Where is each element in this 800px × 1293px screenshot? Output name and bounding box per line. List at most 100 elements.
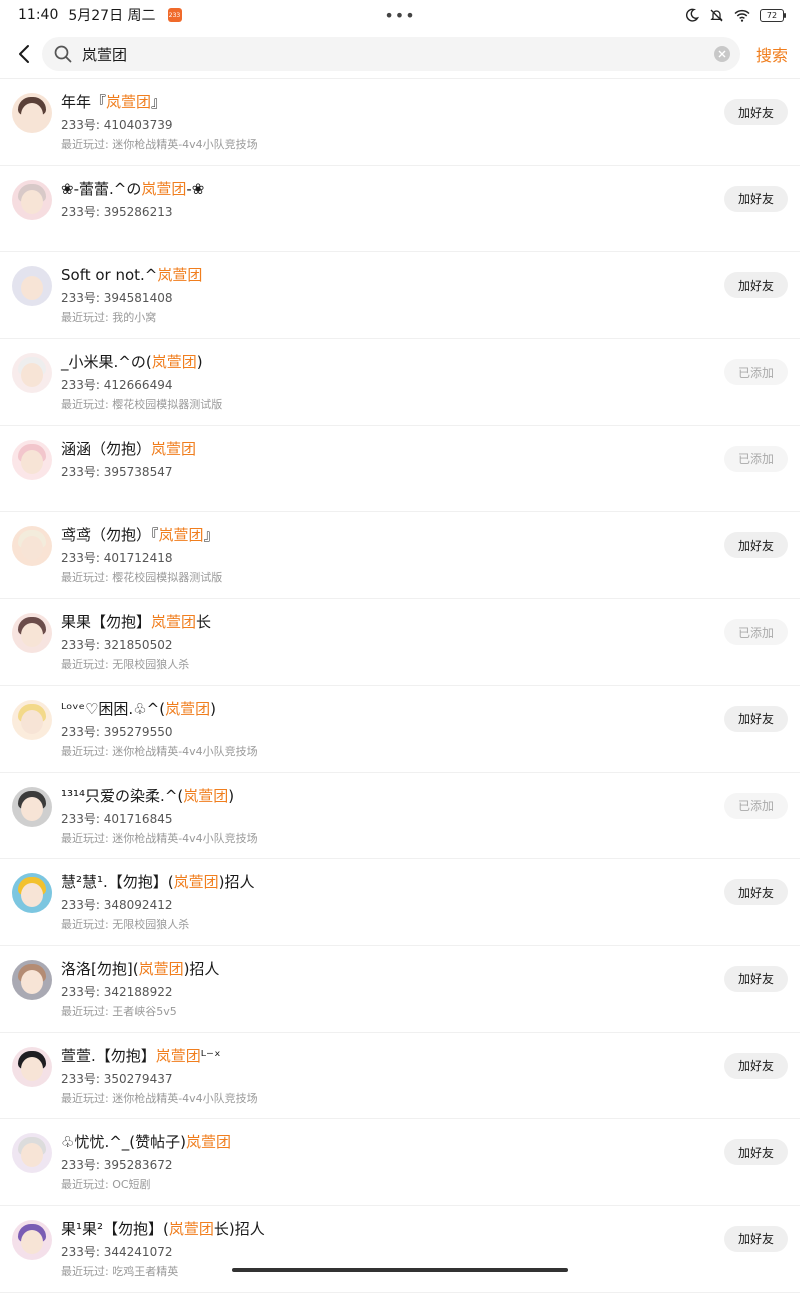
- avatar[interactable]: [12, 699, 52, 740]
- nickname-suffix: )招人: [218, 873, 255, 892]
- avatar[interactable]: [12, 959, 52, 1000]
- nickname-highlight: 岚萱团: [151, 439, 197, 458]
- avatar[interactable]: [12, 439, 52, 480]
- add-friend-button[interactable]: 加好友: [724, 272, 788, 299]
- user-id: 233号: 412666494: [61, 378, 173, 393]
- list-item[interactable]: 涵涵（勿抱）岚萱团 233号: 395738547 已添加: [0, 426, 800, 513]
- user-id: 233号: 401716845: [61, 811, 173, 826]
- user-info: 年年『岚萱团』 233号: 410403739 最近玩过: 迷你枪战精英-4v4…: [61, 91, 788, 153]
- search-results-list: 年年『岚萱团』 233号: 410403739 最近玩过: 迷你枪战精英-4v4…: [0, 79, 800, 1293]
- nickname-suffix: ): [210, 699, 216, 718]
- added-friend-button[interactable]: 已添加: [724, 359, 788, 386]
- recent-played: 最近玩过: 无限校园狼人杀: [61, 918, 190, 932]
- search-box[interactable]: [42, 37, 740, 71]
- avatar[interactable]: [12, 353, 52, 394]
- user-info: ♧忧忧.^_(赞帖子)岚萱团 233号: 395283672 最近玩过: OC短…: [61, 1131, 788, 1193]
- add-friend-button[interactable]: 加好友: [724, 1225, 788, 1252]
- add-friend-button[interactable]: 加好友: [724, 1139, 788, 1166]
- avatar[interactable]: [12, 1046, 52, 1087]
- nickname-prefix: 年年『: [61, 93, 107, 111]
- nickname-prefix: ❀-蕾蕾.^の: [61, 179, 142, 198]
- avatar[interactable]: [12, 613, 52, 654]
- list-item[interactable]: 慧²慧¹.【勿抱】(岚萱团)招人 233号: 348092412 最近玩过: 无…: [0, 859, 800, 946]
- nickname-suffix: 』: [203, 526, 219, 545]
- user-id: 233号: 394581408: [61, 291, 173, 306]
- user-info: 鸢鸢（勿抱）『岚萱团』 233号: 401712418 最近玩过: 樱花校园模拟…: [61, 524, 788, 586]
- avatar[interactable]: [12, 526, 52, 567]
- user-info: 涵涵（勿抱）岚萱团 233号: 395738547: [61, 438, 788, 481]
- nickname-suffix: ᴸ⁻ˣ: [200, 1046, 221, 1065]
- list-item[interactable]: Soft or not.^岚萱团 233号: 394581408 最近玩过: 我…: [0, 252, 800, 340]
- user-id: 233号: 395283672: [61, 1158, 173, 1173]
- avatar[interactable]: [12, 93, 52, 133]
- user-nickname: 果果【勿抱】岚萱团长: [61, 611, 788, 633]
- user-id: 233号: 410403739: [61, 118, 173, 132]
- nickname-highlight: 岚萱团: [155, 1046, 201, 1065]
- add-friend-button[interactable]: 加好友: [724, 705, 788, 732]
- user-id: 233号: 350279437: [61, 1071, 173, 1086]
- nickname-suffix: -❀: [186, 179, 205, 198]
- user-nickname: ¹³¹⁴只爱の染柔.^(岚萱团): [61, 785, 788, 807]
- status-dots[interactable]: •••: [384, 6, 415, 25]
- nickname-prefix: 涵涵（勿抱）: [61, 439, 152, 458]
- nickname-prefix: 果¹果²【勿抱】(: [61, 1219, 169, 1238]
- add-friend-button[interactable]: 加好友: [724, 965, 788, 992]
- list-item[interactable]: ᴸᵒᵛᵉ♡困困.♧^(岚萱团) 233号: 395279550 最近玩过: 迷你…: [0, 686, 800, 773]
- avatar[interactable]: [12, 873, 52, 914]
- avatar[interactable]: [12, 1219, 52, 1260]
- user-nickname: ᴸᵒᵛᵉ♡困困.♧^(岚萱团): [61, 698, 788, 720]
- nickname-prefix: ¹³¹⁴只爱の染柔.^(: [61, 786, 184, 805]
- nickname-suffix: 长: [196, 613, 212, 632]
- added-friend-button[interactable]: 已添加: [724, 445, 788, 472]
- nickname-suffix: 』: [151, 93, 167, 111]
- nickname-highlight: 岚萱团: [158, 526, 204, 545]
- added-friend-button[interactable]: 已添加: [724, 792, 788, 819]
- recent-played: 最近玩过: 我的小窝: [61, 311, 157, 325]
- recent-played: 最近玩过: 王者峡谷5v5: [61, 1004, 177, 1018]
- nickname-prefix: Soft or not.^: [61, 266, 158, 285]
- user-info: _小米果.^の(岚萱团) 233号: 412666494 最近玩过: 樱花校园模…: [61, 351, 788, 413]
- list-item[interactable]: 年年『岚萱团』 233号: 410403739 最近玩过: 迷你枪战精英-4v4…: [0, 79, 800, 166]
- recent-played: 最近玩过: 迷你枪战精英-4v4小队竞技场: [61, 831, 258, 845]
- back-button[interactable]: [14, 39, 34, 69]
- user-nickname: 果¹果²【勿抱】(岚萱团长)招人: [61, 1218, 788, 1240]
- avatar[interactable]: [12, 1133, 52, 1174]
- list-item[interactable]: ♧忧忧.^_(赞帖子)岚萱团 233号: 395283672 最近玩过: OC短…: [0, 1119, 800, 1206]
- list-item[interactable]: ❀-蕾蕾.^の岚萱团-❀ 233号: 395286213 加好友: [0, 166, 800, 253]
- nickname-highlight: 岚萱团: [168, 1219, 214, 1238]
- status-bar: 11:40 5月27日 周二 233 ••• 72: [0, 0, 800, 30]
- add-friend-button[interactable]: 加好友: [724, 99, 788, 125]
- user-info: 洛洛[勿抱](岚萱团)招人 233号: 342188922 最近玩过: 王者峡谷…: [61, 958, 788, 1020]
- list-item[interactable]: _小米果.^の(岚萱团) 233号: 412666494 最近玩过: 樱花校园模…: [0, 339, 800, 426]
- list-item[interactable]: 果果【勿抱】岚萱团长 233号: 321850502 最近玩过: 无限校园狼人杀…: [0, 599, 800, 686]
- app-notification-icon: 233: [167, 8, 182, 22]
- avatar[interactable]: [12, 266, 52, 307]
- list-item[interactable]: 洛洛[勿抱](岚萱团)招人 233号: 342188922 最近玩过: 王者峡谷…: [0, 946, 800, 1033]
- add-friend-button[interactable]: 加好友: [724, 1052, 788, 1079]
- home-indicator[interactable]: [232, 1268, 568, 1272]
- add-friend-button[interactable]: 加好友: [724, 532, 788, 559]
- add-friend-button[interactable]: 加好友: [724, 185, 788, 212]
- avatar[interactable]: [12, 786, 52, 827]
- status-right: 72: [685, 8, 786, 23]
- added-friend-button[interactable]: 已添加: [724, 619, 788, 646]
- user-id: 233号: 342188922: [61, 984, 173, 999]
- avatar[interactable]: [12, 179, 52, 220]
- search-input[interactable]: [80, 44, 714, 64]
- moon-icon: [685, 8, 699, 22]
- status-time: 11:40: [18, 7, 59, 23]
- list-item[interactable]: 萱萱.【勿抱】岚萱团ᴸ⁻ˣ 233号: 350279437 最近玩过: 迷你枪战…: [0, 1033, 800, 1120]
- user-nickname: _小米果.^の(岚萱团): [61, 351, 788, 373]
- clear-button[interactable]: [713, 46, 730, 62]
- user-nickname: ♧忧忧.^_(赞帖子)岚萱团: [61, 1131, 788, 1153]
- user-info: Soft or not.^岚萱团 233号: 394581408 最近玩过: 我…: [61, 264, 788, 326]
- nickname-highlight: 岚萱团: [165, 699, 211, 718]
- search-button[interactable]: 搜索: [756, 42, 788, 66]
- nickname-highlight: 岚萱团: [173, 873, 219, 892]
- list-item[interactable]: ¹³¹⁴只爱の染柔.^(岚萱团) 233号: 401716845 最近玩过: 迷…: [0, 773, 800, 860]
- user-nickname: 年年『岚萱团』: [61, 91, 788, 113]
- user-info: ¹³¹⁴只爱の染柔.^(岚萱团) 233号: 401716845 最近玩过: 迷…: [61, 785, 788, 847]
- add-friend-button[interactable]: 加好友: [724, 879, 788, 906]
- list-item[interactable]: 鸢鸢（勿抱）『岚萱团』 233号: 401712418 最近玩过: 樱花校园模拟…: [0, 512, 800, 600]
- user-nickname: 鸢鸢（勿抱）『岚萱团』: [61, 524, 788, 546]
